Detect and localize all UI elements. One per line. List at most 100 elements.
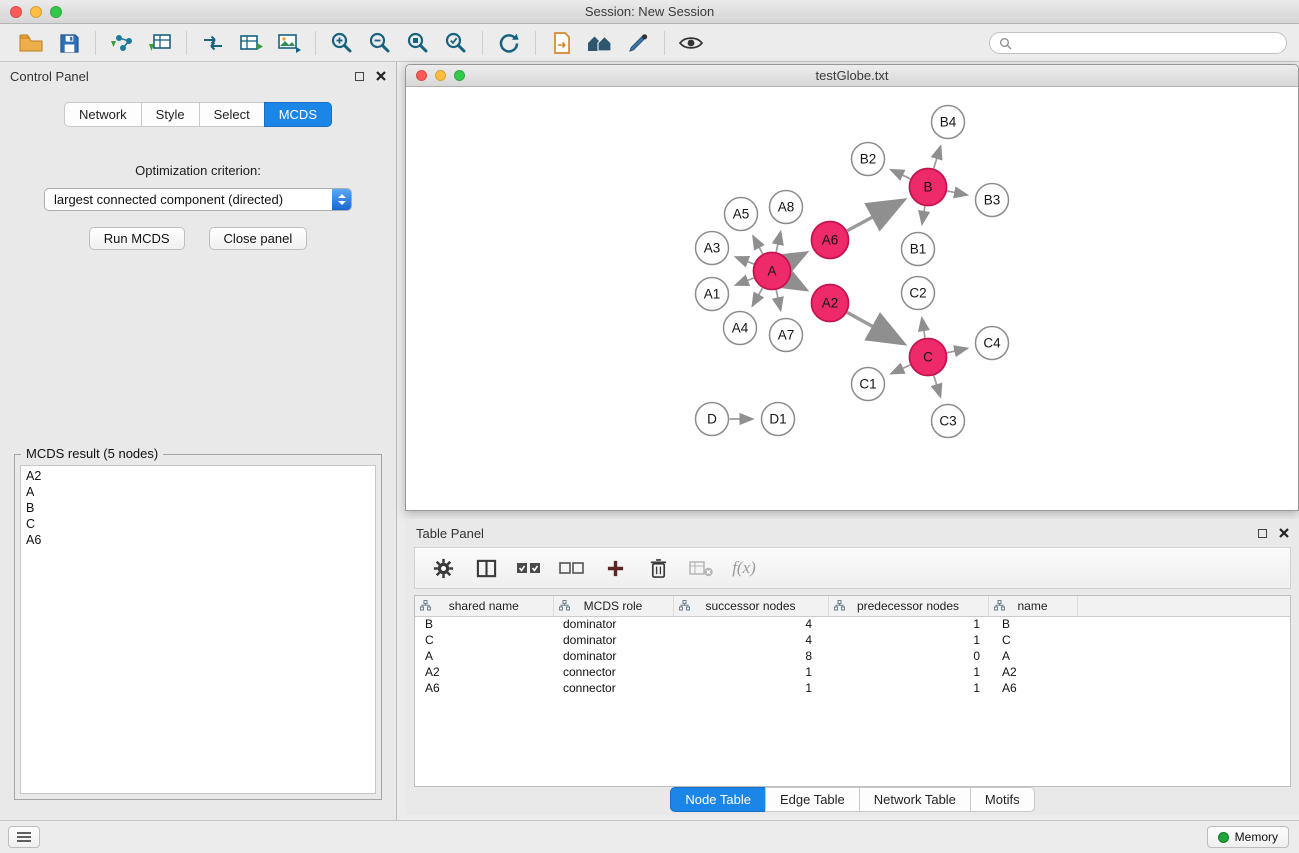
zoom-out-button[interactable] xyxy=(361,28,399,58)
export-network-button[interactable] xyxy=(194,28,232,58)
memory-button[interactable]: Memory xyxy=(1207,826,1289,848)
control-tab-style[interactable]: Style xyxy=(141,102,199,127)
edge-B-B1[interactable] xyxy=(922,206,925,224)
toggle-columns-button[interactable] xyxy=(472,553,500,583)
close-window-button[interactable] xyxy=(10,6,22,18)
show-hide-button[interactable] xyxy=(672,28,710,58)
table-row-A6[interactable]: A6connector11A6 xyxy=(415,680,1290,696)
edge-A-A8[interactable] xyxy=(776,232,780,252)
graph-node-B1[interactable]: B1 xyxy=(902,233,935,266)
close-panel-icon[interactable] xyxy=(376,71,386,81)
apply-layout-button[interactable] xyxy=(490,28,528,58)
table-tab-motifs[interactable]: Motifs xyxy=(970,787,1035,812)
table-tab-node-table[interactable]: Node Table xyxy=(670,787,765,812)
edge-A2-C[interactable] xyxy=(847,312,902,342)
table-row-A2[interactable]: A2connector11A2 xyxy=(415,664,1290,680)
run-mcds-button[interactable]: Run MCDS xyxy=(89,227,185,250)
show-panels-button[interactable] xyxy=(8,826,40,848)
edge-A-A6[interactable] xyxy=(789,254,804,262)
open-session-button[interactable] xyxy=(12,28,50,58)
import-network-button[interactable] xyxy=(103,28,141,58)
float-panel-icon[interactable] xyxy=(355,72,364,81)
graph-node-B4[interactable]: B4 xyxy=(932,106,965,139)
edge-A-A7[interactable] xyxy=(776,290,780,310)
column-header-shared-name[interactable]: shared name xyxy=(415,596,553,616)
column-header-successor-nodes[interactable]: successor nodes xyxy=(673,596,828,616)
mcds-result-item[interactable]: A xyxy=(21,484,375,500)
table-tab-edge-table[interactable]: Edge Table xyxy=(765,787,859,812)
graph-node-C1[interactable]: C1 xyxy=(852,368,885,401)
control-tab-mcds[interactable]: MCDS xyxy=(264,102,332,127)
graph-node-D1[interactable]: D1 xyxy=(762,403,795,436)
table-tab-network-table[interactable]: Network Table xyxy=(859,787,970,812)
select-all-button[interactable] xyxy=(515,553,543,583)
graphics-details-button[interactable] xyxy=(619,28,657,58)
close-network-window-button[interactable] xyxy=(416,70,427,81)
first-neighbors-button[interactable] xyxy=(581,28,619,58)
column-header-MCDS-role[interactable]: MCDS role xyxy=(553,596,673,616)
import-table-button[interactable] xyxy=(141,28,179,58)
edge-A-A4[interactable] xyxy=(753,288,763,306)
edge-C-C2[interactable] xyxy=(922,318,925,338)
graph-node-A[interactable]: A xyxy=(754,253,791,290)
graph-node-B3[interactable]: B3 xyxy=(976,184,1009,217)
edge-B-B3[interactable] xyxy=(947,191,967,195)
graph-node-A8[interactable]: A8 xyxy=(770,191,803,224)
edge-A6-B[interactable] xyxy=(847,201,902,231)
graph-node-A2[interactable]: A2 xyxy=(812,285,849,322)
graph-node-C4[interactable]: C4 xyxy=(976,327,1009,360)
minimize-network-window-button[interactable] xyxy=(435,70,446,81)
graph-node-A6[interactable]: A6 xyxy=(812,222,849,259)
zoom-selected-button[interactable] xyxy=(437,28,475,58)
zoom-fit-button[interactable] xyxy=(399,28,437,58)
new-network-from-selection-button[interactable] xyxy=(543,28,581,58)
table-row-B[interactable]: Bdominator41B xyxy=(415,616,1290,632)
deselect-all-button[interactable] xyxy=(558,553,586,583)
table-row-A[interactable]: Adominator80A xyxy=(415,648,1290,664)
delete-column-button[interactable] xyxy=(644,553,672,583)
control-tab-select[interactable]: Select xyxy=(199,102,264,127)
graph-node-C3[interactable]: C3 xyxy=(932,405,965,438)
graph-node-A1[interactable]: A1 xyxy=(696,278,729,311)
graph-node-B2[interactable]: B2 xyxy=(852,143,885,176)
column-header-predecessor-nodes[interactable]: predecessor nodes xyxy=(828,596,988,616)
mcds-result-item[interactable]: A6 xyxy=(21,532,375,548)
export-image-button[interactable] xyxy=(270,28,308,58)
save-session-button[interactable] xyxy=(50,28,88,58)
table-settings-button[interactable] xyxy=(429,553,457,583)
graph-node-A5[interactable]: A5 xyxy=(725,198,758,231)
mcds-result-item[interactable]: B xyxy=(21,500,375,516)
column-header-name[interactable]: name xyxy=(988,596,1077,616)
edge-C-C4[interactable] xyxy=(947,348,967,352)
add-column-button[interactable] xyxy=(601,553,629,583)
search-field[interactable] xyxy=(989,32,1287,54)
search-input[interactable] xyxy=(1017,36,1277,50)
mcds-result-item[interactable]: C xyxy=(21,516,375,532)
control-tab-network[interactable]: Network xyxy=(64,102,141,127)
optimization-criterion-dropdown[interactable]: largest connected component (directed) xyxy=(44,188,352,211)
graph-node-D[interactable]: D xyxy=(696,403,729,436)
minimize-window-button[interactable] xyxy=(30,6,42,18)
graph-node-A3[interactable]: A3 xyxy=(696,232,729,265)
edge-B-B2[interactable] xyxy=(891,170,910,179)
edge-A-A2[interactable] xyxy=(789,280,804,288)
maximize-window-button[interactable] xyxy=(50,6,62,18)
edge-A-A1[interactable] xyxy=(736,278,754,285)
mcds-result-item[interactable]: A2 xyxy=(21,468,375,484)
float-table-panel-icon[interactable] xyxy=(1258,529,1267,538)
edge-A-A3[interactable] xyxy=(736,257,754,264)
close-table-panel-icon[interactable] xyxy=(1279,528,1289,538)
maximize-network-window-button[interactable] xyxy=(454,70,465,81)
network-canvas[interactable]: AA1A2A3A4A5A6A7A8BB1B2B3B4CC1C2C3C4DD1 xyxy=(406,88,1298,510)
graph-node-A7[interactable]: A7 xyxy=(770,319,803,352)
edge-C-C3[interactable] xyxy=(934,376,941,397)
graph-node-C[interactable]: C xyxy=(910,339,947,376)
table-row-C[interactable]: Cdominator41C xyxy=(415,632,1290,648)
edge-C-C1[interactable] xyxy=(891,365,910,374)
edge-B-B4[interactable] xyxy=(934,146,941,168)
close-panel-button[interactable]: Close panel xyxy=(209,227,308,250)
zoom-in-button[interactable] xyxy=(323,28,361,58)
export-table-button[interactable] xyxy=(232,28,270,58)
edge-A-A5[interactable] xyxy=(753,236,763,254)
graph-node-C2[interactable]: C2 xyxy=(902,277,935,310)
